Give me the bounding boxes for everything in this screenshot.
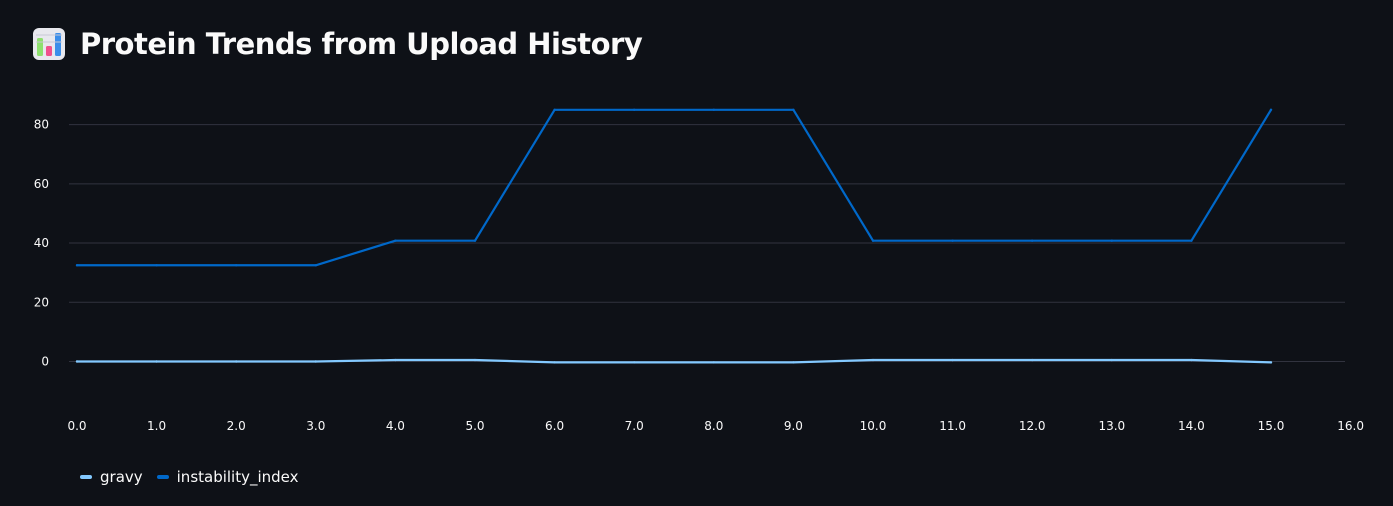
y-tick-label: 60 bbox=[34, 177, 49, 191]
data-point-instability-index bbox=[1269, 108, 1273, 112]
chart-legend: gravy instability_index bbox=[80, 468, 313, 486]
x-tick-label: 14.0 bbox=[1178, 419, 1205, 433]
data-point-instability-index bbox=[75, 264, 79, 267]
x-tick-label: 0.0 bbox=[67, 419, 86, 433]
x-tick-label: 1.0 bbox=[147, 419, 166, 433]
data-point-gravy bbox=[235, 360, 238, 363]
page: 0 20 40 60 80 0.0 1.0 2.0 3.0 4.0 5.0 6.0 7.0 8.0 9.0 1… bbox=[0, 0, 1393, 506]
data-point-instability-index bbox=[314, 264, 317, 267]
x-tick-label: 16.0 bbox=[1337, 419, 1364, 433]
y-tick-label: 80 bbox=[34, 118, 49, 132]
data-point-gravy bbox=[394, 358, 397, 362]
data-point-instability-index bbox=[633, 108, 636, 112]
data-point-instability-index bbox=[1031, 239, 1034, 242]
data-point-gravy bbox=[155, 360, 158, 363]
data-point-gravy bbox=[553, 361, 556, 364]
data-point-instability-index bbox=[871, 239, 875, 242]
y-tick-label: 20 bbox=[34, 295, 49, 309]
page-title: Protein Trends from Upload History bbox=[80, 27, 643, 61]
data-point-instability-index bbox=[473, 239, 477, 242]
line-chart: 0 20 40 60 80 0.0 1.0 2.0 3.0 4.0 5.0 6.0 7.0 8.0 9.0 1… bbox=[34, 108, 1364, 433]
data-point-instability-index bbox=[155, 264, 158, 267]
data-point-instability-index bbox=[553, 108, 556, 112]
y-tick-label: 0 bbox=[41, 355, 49, 369]
legend-item-gravy[interactable]: gravy bbox=[80, 468, 143, 486]
data-point-gravy bbox=[633, 361, 636, 364]
legend-swatch-gravy bbox=[80, 475, 92, 479]
data-point-instability-index bbox=[235, 264, 238, 267]
data-point-instability-index bbox=[712, 108, 715, 112]
x-tick-label: 12.0 bbox=[1019, 419, 1046, 433]
x-tick-label: 2.0 bbox=[227, 419, 246, 433]
legend-label-instability-index: instability_index bbox=[176, 468, 299, 486]
legend-swatch-instability-index bbox=[156, 475, 169, 479]
x-tick-label: 6.0 bbox=[545, 419, 564, 433]
data-point-instability-index bbox=[792, 108, 795, 112]
data-point-instability-index bbox=[1190, 239, 1193, 242]
x-tick-label: 5.0 bbox=[465, 419, 484, 433]
x-tick-label: 7.0 bbox=[625, 419, 644, 433]
page-header: Protein Trends from Upload History bbox=[32, 22, 643, 66]
data-point-gravy bbox=[1190, 358, 1193, 362]
bar-chart-icon bbox=[33, 28, 65, 60]
data-point-gravy bbox=[951, 358, 954, 362]
x-tick-label: 9.0 bbox=[784, 419, 803, 433]
data-point-gravy bbox=[871, 358, 875, 362]
data-point-instability-index bbox=[1110, 239, 1114, 242]
data-point-gravy bbox=[792, 361, 795, 364]
x-tick-label: 10.0 bbox=[860, 419, 887, 433]
data-point-gravy bbox=[1031, 358, 1034, 362]
data-point-gravy bbox=[473, 358, 477, 362]
data-point-instability-index bbox=[394, 239, 397, 242]
x-tick-label: 4.0 bbox=[386, 419, 405, 433]
legend-item-instability-index[interactable]: instability_index bbox=[156, 468, 299, 486]
data-point-gravy bbox=[314, 360, 317, 363]
series-line-instability-index bbox=[75, 108, 1273, 267]
x-tick-label: 15.0 bbox=[1258, 419, 1285, 433]
data-point-gravy bbox=[1269, 361, 1273, 364]
data-point-gravy bbox=[75, 360, 79, 363]
x-tick-label: 8.0 bbox=[704, 419, 723, 433]
data-point-gravy bbox=[1110, 358, 1114, 362]
data-point-gravy bbox=[712, 361, 715, 364]
x-tick-label: 13.0 bbox=[1098, 419, 1125, 433]
x-tick-label: 11.0 bbox=[939, 419, 966, 433]
x-tick-label: 3.0 bbox=[306, 419, 325, 433]
legend-label-gravy: gravy bbox=[100, 468, 143, 486]
y-tick-label: 40 bbox=[34, 236, 49, 250]
data-point-instability-index bbox=[951, 239, 954, 242]
